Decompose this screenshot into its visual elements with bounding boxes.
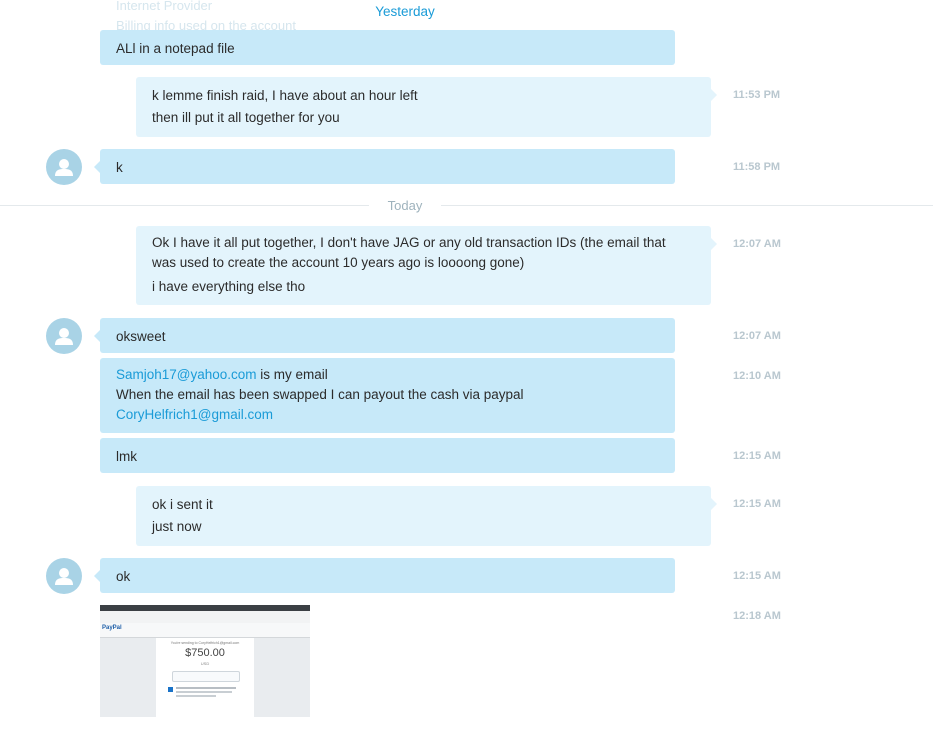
person-icon [55, 159, 73, 176]
message-bubble-outgoing[interactable]: k lemme finish raid, I have about an hou… [136, 77, 711, 137]
message-timestamp: 12:18 AM [733, 610, 781, 622]
message-text: just now [152, 519, 202, 534]
bubble-tail [711, 498, 717, 510]
message-bubble-incoming[interactable]: ALl in a notepad file [100, 30, 675, 65]
message-bubble-incoming[interactable]: oksweet [100, 318, 675, 353]
payment-currency: USD [200, 661, 210, 666]
message-text: When the email has been swapped I can pa… [116, 387, 524, 402]
shared-image-thumbnail[interactable]: PayPal You're sending to CoryHelfrich1@g… [100, 605, 310, 717]
bubble-tail [711, 89, 717, 101]
browser-bar [100, 611, 310, 623]
message-bubble-incoming[interactable]: k [100, 149, 675, 184]
email-link[interactable]: Samjoh17@yahoo.com [116, 367, 257, 382]
message-text: ok [116, 569, 131, 584]
message-timestamp: 11:53 PM [733, 89, 781, 101]
message-bubble-outgoing[interactable]: Ok I have it all put together, I don't h… [136, 226, 711, 305]
message-line: Samjoh17@yahoo.com is my email [116, 365, 659, 385]
message-timestamp: 11:58 PM [733, 161, 781, 173]
contact-avatar[interactable] [46, 149, 82, 185]
message-text: k [116, 160, 123, 175]
message-text: Ok I have it all put together, I don't h… [152, 235, 666, 250]
message-bubble-outgoing[interactable]: ok i sent it just now [136, 486, 711, 546]
message-bubble-incoming[interactable]: Samjoh17@yahoo.com is my email When the … [100, 358, 675, 433]
email-link[interactable]: CoryHelfrich1@gmail.com [116, 405, 659, 425]
text-placeholder [176, 691, 232, 693]
message-timestamp: 12:07 AM [733, 330, 781, 342]
message-text: ok i sent it [152, 497, 213, 512]
divider-line [441, 205, 933, 206]
payment-amount: $750.00 [185, 647, 225, 659]
message-bubble-incoming[interactable]: ok [100, 558, 675, 593]
date-divider-yesterday: Yesterday [375, 4, 435, 19]
message-timestamp: 12:15 AM [733, 498, 781, 510]
paypal-logo: PayPal [102, 625, 122, 631]
message-timestamp: 12:15 AM [733, 570, 781, 582]
text-placeholder [176, 695, 216, 697]
message-timestamp: 12:15 AM [733, 450, 781, 462]
checkbox-icon [168, 687, 173, 692]
message-bubble-incoming[interactable]: lmk [100, 438, 675, 473]
message-text: k lemme finish raid, I have about an hou… [152, 88, 418, 103]
message-text: i have everything else tho [152, 279, 306, 294]
person-icon [55, 328, 73, 345]
message-text: lmk [116, 449, 137, 464]
text-placeholder [176, 687, 236, 689]
faded-line-internet-provider: Internet Provider [116, 0, 213, 13]
contact-avatar[interactable] [46, 318, 82, 354]
payment-option-box [172, 671, 240, 682]
divider-line [0, 205, 369, 206]
message-text: ALl in a notepad file [116, 41, 235, 56]
person-icon [55, 568, 73, 585]
message-text: oksweet [116, 329, 166, 344]
message-text: then ill put it all together for you [152, 110, 340, 125]
contact-avatar[interactable] [46, 558, 82, 594]
paypal-nav-bar [100, 623, 310, 638]
message-timestamp: 12:10 AM [733, 370, 781, 382]
message-text: is my email [256, 367, 328, 382]
message-text: was used to create the account 10 years … [152, 255, 525, 270]
bubble-tail [711, 238, 717, 250]
message-timestamp: 12:07 AM [733, 238, 781, 250]
date-divider-today: Today [387, 198, 423, 213]
sending-to-text: You're sending to CoryHelfrich1@gmail.co… [170, 641, 240, 645]
